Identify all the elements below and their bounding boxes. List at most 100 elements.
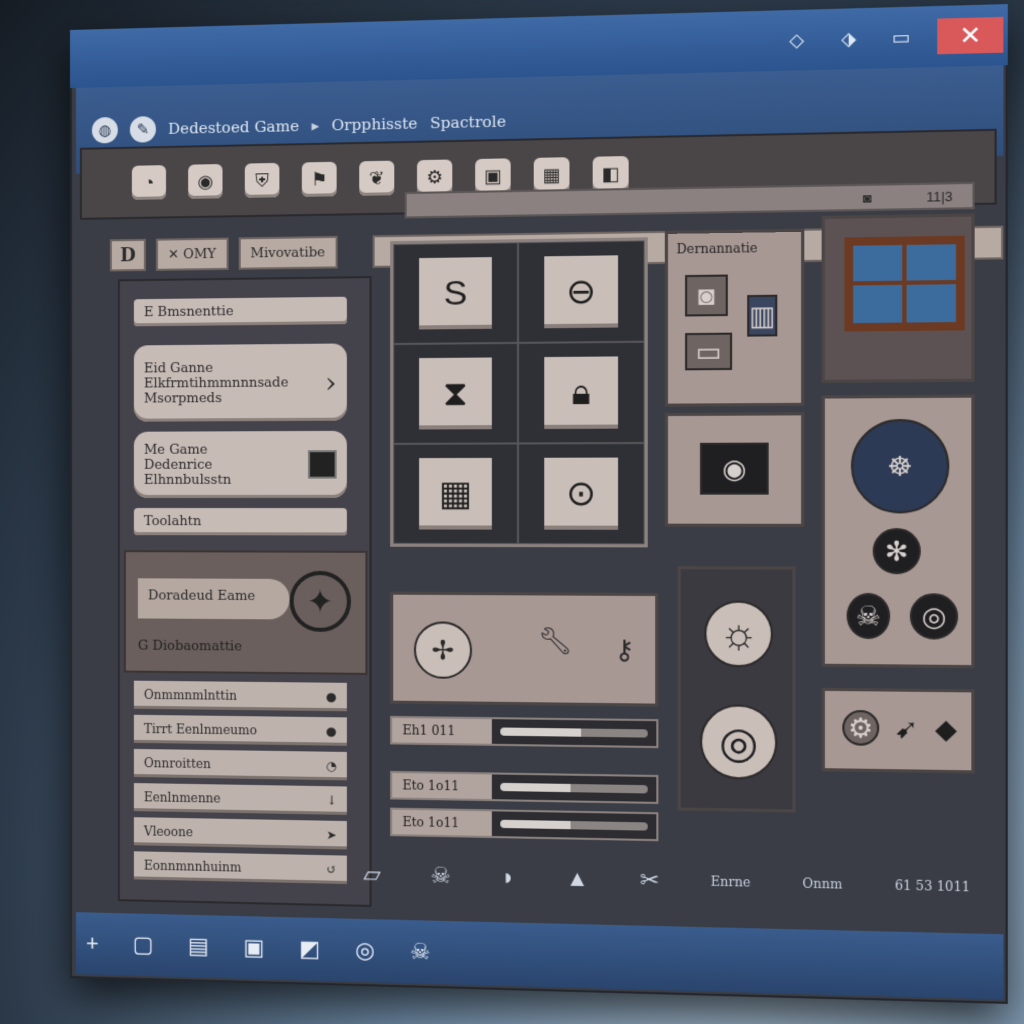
download-game-sub: G Diobaomattie [137,638,242,655]
list-item[interactable]: Eonnmnnhuinm ↺ [133,851,347,885]
triangle-icon[interactable]: ▲ [566,865,589,892]
emblem-panel: ☸ ✻ ☠ ◎ [821,394,975,669]
list-item[interactable]: Onmmnmlnttin ● [133,680,347,712]
arrow-down-icon: ↓ [326,793,337,808]
minimize-icon[interactable]: ◇ [781,29,813,52]
slider-1-track[interactable] [500,727,648,738]
list-item-label: Vleoone [143,824,194,840]
clip-icon[interactable]: ✂ [640,867,660,894]
target-icon[interactable]: ◎ [700,704,778,780]
grid-cell: ⊙ [518,443,645,545]
dot-icon: ● [325,724,337,739]
document-icon[interactable]: ▢ [133,932,154,959]
theta-icon[interactable]: ⊖ [544,255,619,329]
grid-icon[interactable]: ▦ [533,157,570,193]
calendar-icon[interactable]: ▤ [188,933,209,960]
paper-icon[interactable]: ▱ [363,861,380,888]
skull-icon[interactable]: ☠ [431,862,451,889]
game-card-2-line2: Elhnnbulsstn [143,472,232,488]
swirl-icon[interactable]: ◎ [355,937,375,964]
camera-icon[interactable]: ◙ [863,189,872,205]
slider-1[interactable]: Eh1 011 [390,715,659,749]
moon-icon[interactable]: ◗ [501,864,515,891]
folder-icon[interactable]: ◩ [299,936,320,963]
arrow-icon[interactable]: ➹ [890,710,923,746]
lock-icon[interactable]: 🔒︎ [544,356,619,429]
fan-icon[interactable]: ✻ [872,528,921,575]
grid-cell: S [393,242,519,345]
tab-home[interactable]: D [109,238,146,272]
download-game-box: Doradeud Eame G Diobaomattie ✦ [123,550,368,675]
list-item[interactable]: Tirrt Eenlnmeumo ● [133,714,347,746]
skull-icon[interactable]: ☠ [846,592,891,640]
media-panel: ◉ [664,412,805,527]
add-icon[interactable]: + [86,930,99,956]
aperture-icon[interactable]: ◎ [909,593,959,640]
slider-3-track[interactable] [500,819,648,831]
left-sidebar: E Bmsnenttie Eid Ganne Elkfrmtihmmnnnsad… [117,276,372,907]
breadcrumb-page[interactable]: Spactrole [430,112,506,132]
maximize-icon[interactable]: ▭ [885,26,918,49]
close-button[interactable]: ✕ [937,16,1004,55]
game-card-1-line1: Elkfrmtihmmnnnsade [143,374,289,392]
settings-icon[interactable]: ⚙ [842,709,880,746]
sidebar-toolbar-item[interactable]: Toolahtn [133,508,347,536]
shield-icon[interactable]: ⛨ [244,162,280,198]
hourglass-icon[interactable]: ⧗ [419,357,492,430]
restore-icon[interactable]: ⬗ [832,27,865,50]
app-window: ◇ ⬗ ▭ ✕ ◍ ✎ Dedestoed Game ▸ Orpphisste … [70,4,1008,1004]
save-icon[interactable]: ◧ [592,156,629,192]
list-item[interactable]: Vleoone ➤ [133,817,347,850]
flag-icon[interactable]: ⚑ [301,161,337,197]
grid-icon[interactable]: ▦ [419,457,492,530]
creature-icon[interactable]: ❦ [359,160,395,196]
wrench-icon[interactable]: 🔧︎ [508,625,603,656]
notes-icon[interactable]: ▣ [243,934,264,961]
record-icon[interactable]: ◉ [700,442,769,495]
s-shape-icon[interactable]: S [419,257,492,330]
breadcrumb-section[interactable]: Orpphisste [331,114,417,134]
ship-wheel-icon[interactable]: ☸ [850,418,950,514]
game-card-2[interactable]: Me Game Dedenrice Elhnnbulsstn [133,430,347,498]
grid-cell: 🔒︎ [518,341,645,444]
chat-icon[interactable]: ◔ [131,165,167,200]
compass-icon[interactable]: ✦ [289,570,352,633]
list-item[interactable]: Eenlnmenne ↓ [133,783,347,815]
lock-icon[interactable]: ▣ [475,158,511,194]
slider-2[interactable]: Eto 1o11 [390,770,659,804]
tab-omy[interactable]: ✕ OMY [155,237,229,271]
skull-icon[interactable]: ☠ [410,938,430,965]
grid-cell: ⧗ [393,342,519,444]
sidebar-top-item[interactable]: E Bmsnenttie [133,296,347,327]
list-item[interactable]: Onnroitten ◔ [133,748,347,781]
download-game-label[interactable]: Doradeud Eame [137,578,290,620]
globe-icon[interactable]: ◍ [91,116,118,144]
slider-1-label: Eh1 011 [392,717,492,744]
slider-2-track[interactable] [500,782,648,794]
tab-motivation[interactable]: Mivovatibe [238,235,338,270]
game-card-1-line2: Msorpmeds [143,390,222,407]
fan-icon[interactable]: ✢ [413,621,473,680]
slider-3[interactable]: Eto 1o11 [390,807,659,842]
record-icon[interactable]: ⊙ [544,457,619,530]
feather-icon[interactable]: ✎ [129,116,156,143]
game-card-1[interactable]: Eid Ganne Elkfrmtihmmnnnsade Msorpmeds › [133,343,347,422]
breadcrumb-app[interactable]: Dedestoed Game [168,117,299,138]
address-status: 11|3 [926,188,953,205]
chevron-right-icon[interactable]: › [325,365,336,399]
sun-icon[interactable]: ☼ [704,600,773,668]
documents-panel: Dernannatie ◙ ▭ ▥ [664,228,805,407]
sphere-icon[interactable]: ◉ [188,163,223,199]
controls-panel: ✢ 🔧︎ ⚷ [390,591,659,707]
documents-panel-title: Dernannatie [676,240,758,257]
share-panel: ⚙ ➹ ◆ [821,687,975,774]
building-icon[interactable]: ▥ [747,294,778,337]
gem-icon[interactable]: ◆ [930,711,963,747]
settings-icon[interactable]: ⚙ [417,159,453,195]
status-left: Enrne [710,874,751,890]
folder-icon[interactable]: ▭ [685,332,733,371]
grid-cell: ⊖ [518,240,645,343]
thumbnail-icon[interactable] [307,450,337,479]
key-icon[interactable]: ⚷ [609,618,641,680]
camera-icon[interactable]: ◙ [685,274,728,317]
